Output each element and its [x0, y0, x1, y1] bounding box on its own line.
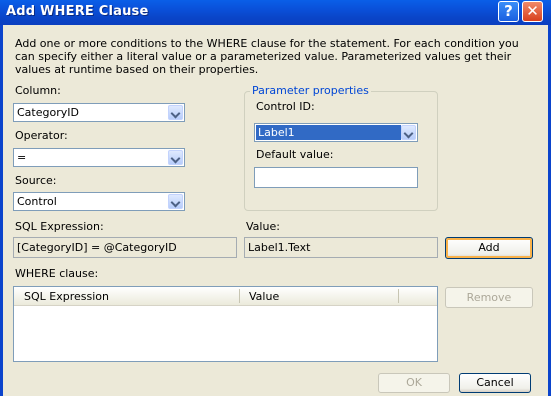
column-dropdown[interactable]: CategoryID	[13, 103, 185, 122]
source-dropdown[interactable]: Control	[13, 192, 185, 211]
help-icon: ?	[504, 2, 513, 20]
control-id-value: Label1	[258, 126, 295, 139]
cancel-button[interactable]: Cancel	[459, 373, 531, 393]
control-id-label: Control ID:	[256, 100, 315, 113]
column-divider[interactable]	[398, 289, 399, 303]
close-button[interactable]: ✕	[522, 1, 543, 22]
where-clause-list[interactable]: SQL Expression Value	[13, 286, 438, 362]
value-field[interactable]: Label1.Text	[244, 237, 438, 258]
chevron-down-icon[interactable]	[401, 125, 416, 140]
column-value: CategoryID	[17, 106, 79, 119]
help-button[interactable]: ?	[498, 1, 519, 22]
chevron-down-icon[interactable]	[168, 194, 183, 209]
default-value-input[interactable]	[254, 167, 418, 188]
default-value-label: Default value:	[256, 148, 334, 161]
column-label: Column:	[15, 84, 61, 97]
description-text: Add one or more conditions to the WHERE …	[15, 37, 519, 76]
sql-expression-value: [CategoryID] = @CategoryID	[17, 241, 177, 254]
remove-button[interactable]: Remove	[445, 287, 533, 308]
control-id-dropdown[interactable]: Label1	[254, 123, 418, 142]
column-header-value[interactable]: Value	[249, 290, 279, 303]
close-icon: ✕	[526, 2, 539, 20]
window-title: Add WHERE Clause	[6, 4, 149, 19]
source-value: Control	[17, 195, 57, 208]
sql-expression-field[interactable]: [CategoryID] = @CategoryID	[13, 237, 237, 258]
chevron-down-icon[interactable]	[168, 105, 183, 120]
value-value: Label1.Text	[248, 241, 311, 254]
where-clause-label: WHERE clause:	[15, 267, 99, 280]
add-button[interactable]: Add	[445, 237, 533, 259]
source-label: Source:	[15, 174, 57, 187]
operator-label: Operator:	[15, 129, 68, 142]
operator-value: =	[17, 151, 27, 164]
column-divider[interactable]	[239, 289, 240, 303]
list-header: SQL Expression Value	[14, 287, 437, 306]
parameter-properties-title: Parameter properties	[250, 84, 371, 97]
sql-expression-label: SQL Expression:	[15, 220, 104, 233]
value-label: Value:	[246, 220, 280, 233]
operator-dropdown[interactable]: =	[13, 148, 185, 167]
chevron-down-icon[interactable]	[168, 150, 183, 165]
column-header-sql-expression[interactable]: SQL Expression	[24, 290, 109, 303]
ok-button[interactable]: OK	[378, 373, 450, 393]
